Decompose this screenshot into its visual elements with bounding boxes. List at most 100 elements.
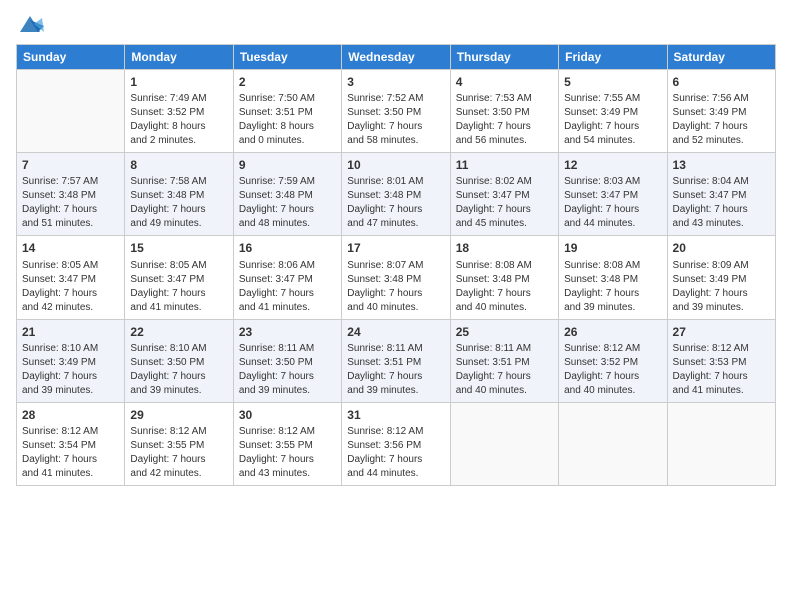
calendar-cell: 21 Sunrise: 8:10 AM Sunset: 3:49 PM Dayli… [17, 319, 125, 402]
day-info: Sunrise: 8:12 AM Sunset: 3:53 PM Dayligh… [673, 342, 770, 398]
day-info: Sunrise: 7:58 AM Sunset: 3:48 PM Dayligh… [130, 175, 227, 231]
day-number: 8 [130, 157, 227, 173]
calendar-cell: 18 Sunrise: 8:08 AM Sunset: 3:48 PM Dayli… [450, 236, 558, 319]
day-number: 19 [564, 240, 661, 256]
day-number: 20 [673, 240, 770, 256]
calendar-cell: 26Sunrise: 8:12 AM Sunset: 3:52 PM Dayli… [559, 319, 667, 402]
calendar-header-friday: Friday [559, 45, 667, 70]
day-info: Sunrise: 8:06 AM Sunset: 3:47 PM Dayligh… [239, 259, 336, 315]
calendar-cell: 9 Sunrise: 7:59 AM Sunset: 3:48 PM Daylig… [233, 153, 341, 236]
day-number: 11 [456, 157, 553, 173]
day-number: 6 [673, 74, 770, 90]
calendar-cell: 8 Sunrise: 7:58 AM Sunset: 3:48 PM Daylig… [125, 153, 233, 236]
day-info: Sunrise: 7:55 AM Sunset: 3:49 PM Dayligh… [564, 92, 661, 148]
calendar-cell: 20 Sunrise: 8:09 AM Sunset: 3:49 PM Dayli… [667, 236, 775, 319]
day-info: Sunrise: 8:08 AM Sunset: 3:48 PM Dayligh… [564, 259, 661, 315]
day-number: 4 [456, 74, 553, 90]
calendar-cell: 25Sunrise: 8:11 AM Sunset: 3:51 PM Dayli… [450, 319, 558, 402]
day-info: Sunrise: 7:53 AM Sunset: 3:50 PM Dayligh… [456, 92, 553, 148]
day-number: 12 [564, 157, 661, 173]
calendar-cell [559, 402, 667, 485]
day-number: 17 [347, 240, 444, 256]
calendar-cell: 24 Sunrise: 8:11 AM Sunset: 3:51 PM Dayli… [342, 319, 450, 402]
calendar-cell: 16Sunrise: 8:06 AM Sunset: 3:47 PM Dayli… [233, 236, 341, 319]
day-number: 29 [130, 407, 227, 423]
day-number: 27 [673, 324, 770, 340]
day-number: 18 [456, 240, 553, 256]
day-info: Sunrise: 7:57 AM Sunset: 3:48 PM Dayligh… [22, 175, 119, 231]
calendar-cell [450, 402, 558, 485]
day-info: Sunrise: 8:03 AM Sunset: 3:47 PM Dayligh… [564, 175, 661, 231]
day-number: 5 [564, 74, 661, 90]
calendar-cell: 7 Sunrise: 7:57 AM Sunset: 3:48 PM Daylig… [17, 153, 125, 236]
day-number: 30 [239, 407, 336, 423]
day-number: 25 [456, 324, 553, 340]
day-info: Sunrise: 8:10 AM Sunset: 3:50 PM Dayligh… [130, 342, 227, 398]
day-info: Sunrise: 8:12 AM Sunset: 3:54 PM Dayligh… [22, 425, 119, 481]
calendar-cell: 3 Sunrise: 7:52 AM Sunset: 3:50 PM Daylig… [342, 70, 450, 153]
calendar-cell: 12 Sunrise: 8:03 AM Sunset: 3:47 PM Dayli… [559, 153, 667, 236]
day-info: Sunrise: 8:12 AM Sunset: 3:56 PM Dayligh… [347, 425, 444, 481]
day-info: Sunrise: 8:02 AM Sunset: 3:47 PM Dayligh… [456, 175, 553, 231]
day-info: Sunrise: 8:07 AM Sunset: 3:48 PM Dayligh… [347, 259, 444, 315]
calendar-cell: 1 Sunrise: 7:49 AM Sunset: 3:52 PM Daylig… [125, 70, 233, 153]
calendar-header-monday: Monday [125, 45, 233, 70]
day-info: Sunrise: 8:12 AM Sunset: 3:55 PM Dayligh… [130, 425, 227, 481]
day-number: 24 [347, 324, 444, 340]
day-info: Sunrise: 8:10 AM Sunset: 3:49 PM Dayligh… [22, 342, 119, 398]
day-number: 9 [239, 157, 336, 173]
logo [16, 10, 48, 38]
calendar-cell: 17 Sunrise: 8:07 AM Sunset: 3:48 PM Dayli… [342, 236, 450, 319]
day-info: Sunrise: 7:50 AM Sunset: 3:51 PM Dayligh… [239, 92, 336, 148]
calendar-cell: 15 Sunrise: 8:05 AM Sunset: 3:47 PM Dayli… [125, 236, 233, 319]
calendar-header-thursday: Thursday [450, 45, 558, 70]
day-info: Sunrise: 7:49 AM Sunset: 3:52 PM Dayligh… [130, 92, 227, 148]
calendar-table: SundayMondayTuesdayWednesdayThursdayFrid… [16, 44, 776, 486]
day-number: 28 [22, 407, 119, 423]
calendar-cell [667, 402, 775, 485]
day-number: 21 [22, 324, 119, 340]
day-number: 2 [239, 74, 336, 90]
calendar-cell: 5 Sunrise: 7:55 AM Sunset: 3:49 PM Daylig… [559, 70, 667, 153]
day-info: Sunrise: 8:11 AM Sunset: 3:51 PM Dayligh… [347, 342, 444, 398]
day-info: Sunrise: 8:12 AM Sunset: 3:55 PM Dayligh… [239, 425, 336, 481]
logo-icon [16, 10, 44, 38]
calendar-header-wednesday: Wednesday [342, 45, 450, 70]
day-number: 7 [22, 157, 119, 173]
day-info: Sunrise: 8:11 AM Sunset: 3:50 PM Dayligh… [239, 342, 336, 398]
calendar-cell: 4 Sunrise: 7:53 AM Sunset: 3:50 PM Daylig… [450, 70, 558, 153]
day-info: Sunrise: 8:05 AM Sunset: 3:47 PM Dayligh… [130, 259, 227, 315]
day-info: Sunrise: 7:56 AM Sunset: 3:49 PM Dayligh… [673, 92, 770, 148]
day-number: 10 [347, 157, 444, 173]
day-number: 3 [347, 74, 444, 90]
day-info: Sunrise: 8:09 AM Sunset: 3:49 PM Dayligh… [673, 259, 770, 315]
day-info: Sunrise: 7:59 AM Sunset: 3:48 PM Dayligh… [239, 175, 336, 231]
calendar-header-saturday: Saturday [667, 45, 775, 70]
calendar-header-tuesday: Tuesday [233, 45, 341, 70]
calendar-cell: 29 Sunrise: 8:12 AM Sunset: 3:55 PM Dayli… [125, 402, 233, 485]
calendar-cell: 6 Sunrise: 7:56 AM Sunset: 3:49 PM Daylig… [667, 70, 775, 153]
day-number: 1 [130, 74, 227, 90]
day-number: 15 [130, 240, 227, 256]
day-number: 22 [130, 324, 227, 340]
day-info: Sunrise: 8:05 AM Sunset: 3:47 PM Dayligh… [22, 259, 119, 315]
calendar-cell: 19 Sunrise: 8:08 AM Sunset: 3:48 PM Dayli… [559, 236, 667, 319]
calendar-cell [17, 70, 125, 153]
day-info: Sunrise: 7:52 AM Sunset: 3:50 PM Dayligh… [347, 92, 444, 148]
day-info: Sunrise: 8:04 AM Sunset: 3:47 PM Dayligh… [673, 175, 770, 231]
day-info: Sunrise: 8:08 AM Sunset: 3:48 PM Dayligh… [456, 259, 553, 315]
calendar-cell: 28 Sunrise: 8:12 AM Sunset: 3:54 PM Dayli… [17, 402, 125, 485]
calendar-cell: 13Sunrise: 8:04 AM Sunset: 3:47 PM Dayli… [667, 153, 775, 236]
day-number: 14 [22, 240, 119, 256]
calendar-cell: 11 Sunrise: 8:02 AM Sunset: 3:47 PM Dayli… [450, 153, 558, 236]
day-number: 23 [239, 324, 336, 340]
calendar-cell: 22 Sunrise: 8:10 AM Sunset: 3:50 PM Dayli… [125, 319, 233, 402]
day-number: 26 [564, 324, 661, 340]
calendar-cell: 30 Sunrise: 8:12 AM Sunset: 3:55 PM Dayli… [233, 402, 341, 485]
calendar-cell: 10 Sunrise: 8:01 AM Sunset: 3:48 PM Dayli… [342, 153, 450, 236]
calendar-cell: 27 Sunrise: 8:12 AM Sunset: 3:53 PM Dayli… [667, 319, 775, 402]
day-number: 31 [347, 407, 444, 423]
calendar-cell: 14 Sunrise: 8:05 AM Sunset: 3:47 PM Dayli… [17, 236, 125, 319]
day-info: Sunrise: 8:01 AM Sunset: 3:48 PM Dayligh… [347, 175, 444, 231]
calendar-cell: 23 Sunrise: 8:11 AM Sunset: 3:50 PM Dayli… [233, 319, 341, 402]
